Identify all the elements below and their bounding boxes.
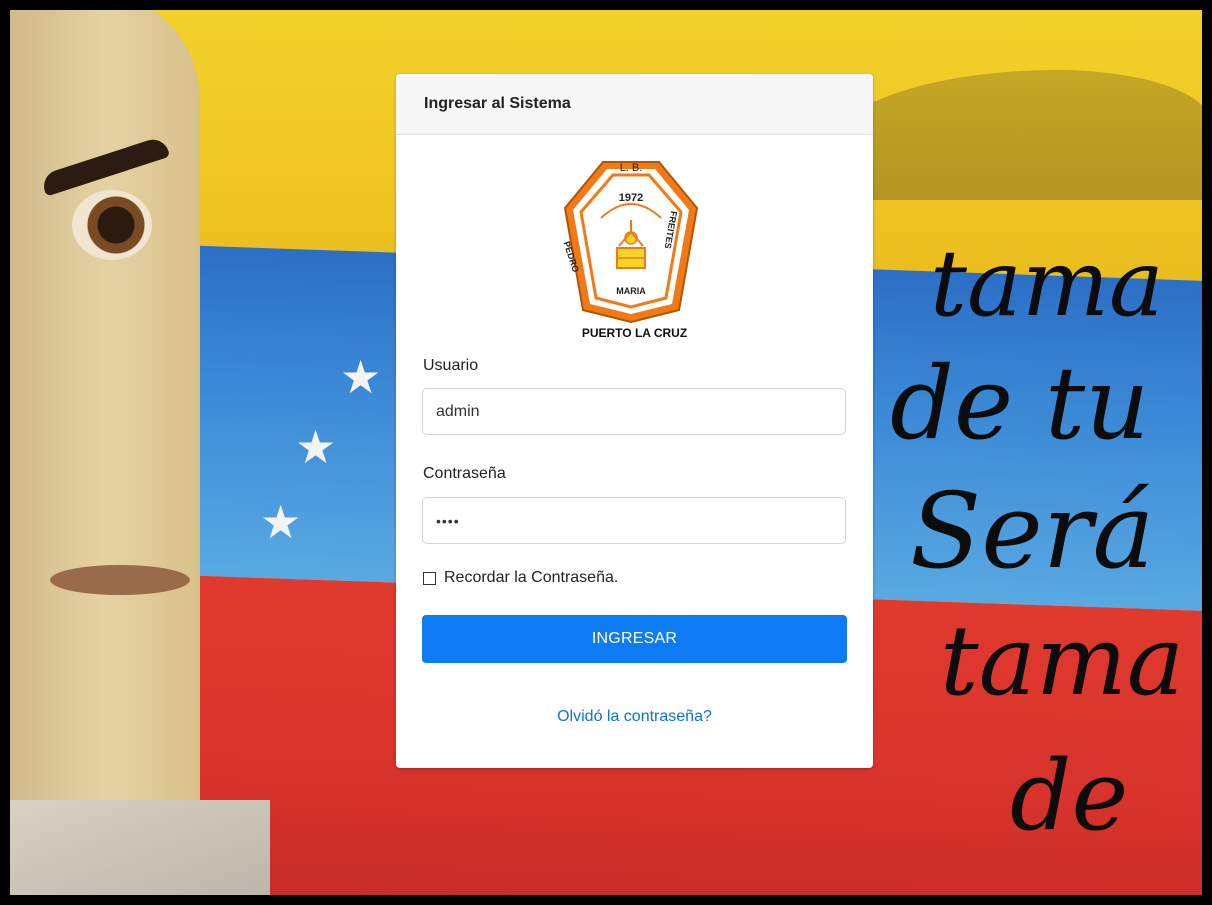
mural-mustache (50, 565, 190, 595)
mural-word: tama (930, 230, 1164, 337)
password-input[interactable]: •••• (422, 497, 846, 544)
school-crest-icon: L. B. 1972 PEDRO MARIA FREITES (561, 160, 701, 340)
mural-word: tama (940, 605, 1185, 717)
login-card: Ingresar al Sistema L. B. 1972 PEDRO MAR… (396, 74, 873, 768)
mural-word: Será (910, 470, 1155, 592)
username-input[interactable] (422, 388, 846, 435)
forgot-password-link[interactable]: Olvidó la contraseña? (396, 708, 873, 726)
remember-checkbox[interactable] (423, 571, 436, 585)
remember-label[interactable]: Recordar la Contraseña. (444, 569, 618, 587)
password-label: Contraseña (423, 465, 506, 482)
star-icon: ★ (260, 496, 302, 548)
mural-portrait (10, 10, 200, 890)
remember-row[interactable]: Recordar la Contraseña. (423, 569, 618, 587)
crest-caption: PUERTO LA CRUZ (581, 326, 688, 340)
crest-top-text: L. B. (619, 162, 643, 174)
floor (10, 800, 270, 895)
card-title: Ingresar al Sistema (396, 74, 873, 135)
mural-eye (72, 190, 152, 260)
star-icon: ★ (340, 351, 382, 403)
mural-word: de (1010, 740, 1129, 852)
username-label: Usuario (423, 357, 479, 374)
crest-graphic (563, 161, 699, 324)
crest-year: 1972 (618, 192, 644, 204)
login-button[interactable]: INGRESAR (422, 615, 847, 663)
crest-bottom-text: MARIA (616, 286, 646, 296)
star-icon: ★ (295, 421, 337, 473)
mural-word: de tu (890, 345, 1150, 462)
